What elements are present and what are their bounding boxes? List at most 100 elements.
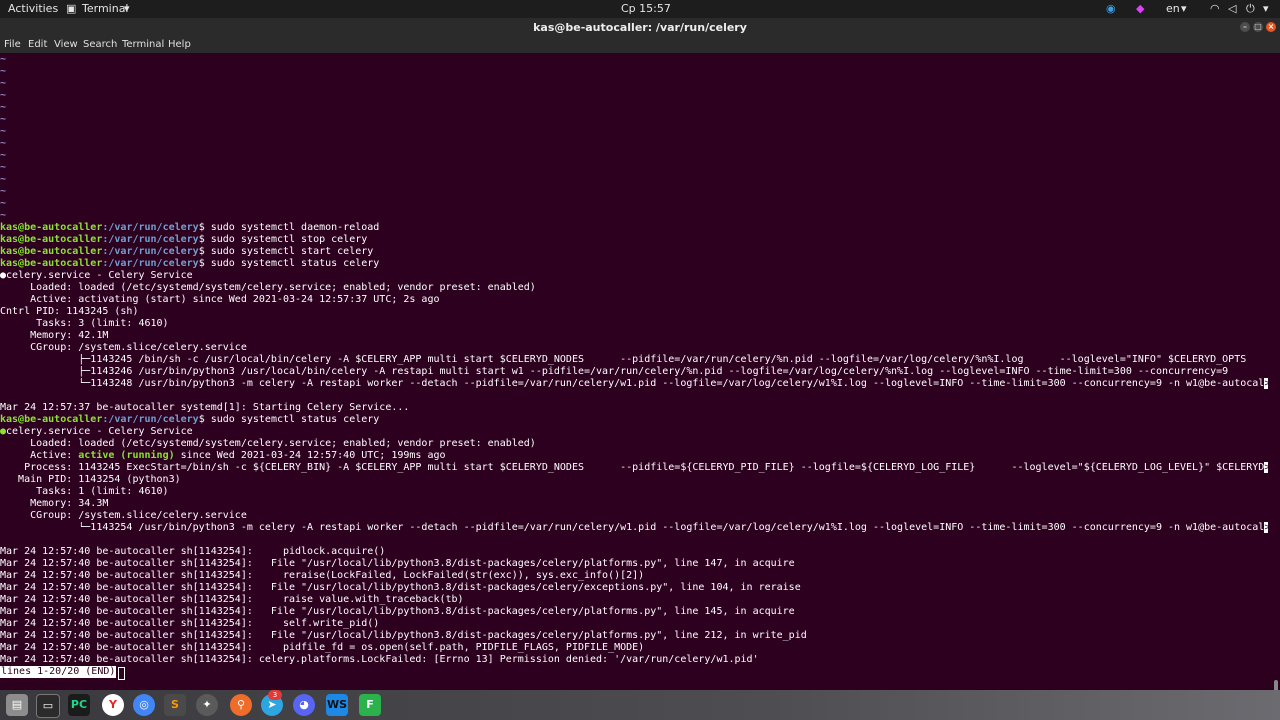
output-line: Cntrl PID: 1143245 (sh) bbox=[0, 306, 139, 317]
system-top-bar: Activities ▣ Terminal ▾ Ср 15:57 ◉ ◆ en … bbox=[0, 0, 1280, 18]
prompt-symbol: $ bbox=[198, 234, 211, 245]
log-line: Mar 24 12:57:40 be-autocaller sh[1143254… bbox=[0, 606, 795, 617]
menu-bar: File Edit View Search Terminal Help bbox=[0, 37, 1280, 53]
empty-line-marker: ~ bbox=[0, 90, 7, 101]
activities-button[interactable]: Activities bbox=[8, 2, 58, 15]
output-line: Loaded: loaded (/etc/systemd/system/cele… bbox=[0, 282, 536, 293]
prompt-path: :/var/run/celery bbox=[102, 414, 199, 425]
prompt-line: kas@be-autocaller:/var/run/celery$ sudo … bbox=[0, 258, 1268, 270]
wifi-icon[interactable]: ◠ bbox=[1210, 2, 1220, 15]
terminal-icon[interactable]: ▭ bbox=[36, 694, 60, 718]
clock[interactable]: Ср 15:57 bbox=[621, 2, 671, 15]
prompt-symbol: $ bbox=[198, 258, 211, 269]
menu-edit[interactable]: Edit bbox=[28, 39, 47, 50]
empty-line-marker: ~ bbox=[0, 54, 7, 65]
output-line: CGroup: /system.slice/celery.service bbox=[0, 342, 247, 353]
process-text: └─1143248 /usr/bin/python3 -m celery -A … bbox=[0, 378, 1265, 389]
command-text: sudo systemctl daemon-reload bbox=[210, 222, 380, 233]
service-title: celery.service - Celery Service bbox=[6, 270, 193, 281]
tray-app-icon[interactable]: ◉ bbox=[1106, 2, 1116, 15]
discord-icon[interactable]: ◕ bbox=[293, 694, 315, 716]
output-line: Main PID: 1143254 (python3) bbox=[0, 474, 181, 485]
empty-line-marker: ~ bbox=[0, 138, 7, 149]
process-text: Process: 1143245 ExecStart=/bin/sh -c ${… bbox=[0, 462, 1265, 473]
terminal-app-icon[interactable]: ▣ bbox=[66, 2, 76, 15]
empty-line-marker: ~ bbox=[0, 174, 7, 185]
language-indicator[interactable]: en bbox=[1166, 2, 1180, 15]
prompt-line: kas@be-autocaller:/var/run/celery$ sudo … bbox=[0, 222, 1268, 234]
service-title: celery.service - Celery Service bbox=[6, 426, 193, 437]
postman-icon[interactable]: ✦ bbox=[196, 694, 218, 716]
app-menu[interactable]: Terminal bbox=[82, 2, 129, 15]
empty-line-marker: ~ bbox=[0, 186, 7, 197]
command-text: sudo systemctl stop celery bbox=[210, 234, 368, 245]
window-title: kas@be-autocaller: /var/run/celery bbox=[533, 21, 747, 34]
truncation-marker: > bbox=[1264, 462, 1268, 473]
output-line: └─1143254 /usr/bin/python3 -m celery -A … bbox=[0, 522, 1268, 534]
prompt-user: kas@be-autocaller bbox=[0, 222, 103, 233]
empty-line-marker: ~ bbox=[0, 198, 7, 209]
power-icon[interactable]: ⏻ bbox=[1246, 2, 1255, 16]
yandex-browser-icon[interactable]: Y bbox=[102, 694, 124, 716]
prompt-path: :/var/run/celery bbox=[102, 258, 199, 269]
truncation-marker: > bbox=[1264, 522, 1268, 533]
menu-help[interactable]: Help bbox=[168, 39, 191, 50]
sublime-icon[interactable]: S bbox=[164, 694, 186, 716]
menu-search[interactable]: Search bbox=[83, 39, 117, 50]
active-label: Active: bbox=[0, 450, 79, 461]
maximize-button[interactable]: □ bbox=[1253, 22, 1263, 32]
output-line: ├─1143245 /bin/sh -c /usr/local/bin/cele… bbox=[0, 354, 1247, 365]
process-text: └─1143254 /usr/bin/python3 -m celery -A … bbox=[0, 522, 1265, 533]
output-line: Process: 1143245 ExecStart=/bin/sh -c ${… bbox=[0, 462, 1268, 474]
output-line: Tasks: 3 (limit: 4610) bbox=[0, 318, 169, 329]
window-titlebar[interactable]: kas@be-autocaller: /var/run/celery – □ × bbox=[0, 18, 1280, 37]
active-since: since Wed 2021-03-24 12:57:40 UTC; 199ms… bbox=[174, 450, 446, 461]
webstorm-icon[interactable]: WS bbox=[326, 694, 348, 716]
feedly-icon[interactable]: F bbox=[359, 694, 381, 716]
menu-view[interactable]: View bbox=[54, 39, 78, 50]
chevron-down-icon[interactable]: ▾ bbox=[124, 2, 130, 15]
output-line: └─1143248 /usr/bin/python3 -m celery -A … bbox=[0, 378, 1268, 390]
text-cursor bbox=[118, 667, 125, 680]
volume-icon[interactable]: ◁ bbox=[1228, 2, 1236, 15]
empty-line-marker: ~ bbox=[0, 78, 7, 89]
taskbar bbox=[0, 690, 1280, 720]
service-header: ●celery.service - Celery Service bbox=[0, 426, 1268, 438]
files-icon[interactable]: ▤ bbox=[6, 694, 28, 716]
chrome-icon[interactable]: ◎ bbox=[133, 694, 155, 716]
empty-line-marker: ~ bbox=[0, 126, 7, 137]
chevron-down-icon[interactable]: ▾ bbox=[1263, 2, 1269, 15]
chevron-down-icon[interactable]: ▾ bbox=[1181, 2, 1187, 15]
service-header: ●celery.service - Celery Service bbox=[0, 270, 1268, 282]
minimize-button[interactable]: – bbox=[1240, 22, 1250, 32]
empty-line-marker: ~ bbox=[0, 66, 7, 77]
output-line: Memory: 34.3M bbox=[0, 498, 109, 509]
empty-line-marker: ~ bbox=[0, 114, 7, 125]
truncation-marker: > bbox=[1264, 378, 1268, 389]
gitkraken-icon[interactable]: ⚲ bbox=[230, 694, 252, 716]
tray-jetbrains-icon[interactable]: ◆ bbox=[1136, 2, 1144, 15]
menu-terminal[interactable]: Terminal bbox=[122, 39, 164, 50]
empty-line-marker: ~ bbox=[0, 210, 7, 221]
output-line: Loaded: loaded (/etc/systemd/system/cele… bbox=[0, 438, 536, 449]
output-line: Active: active (running) since Wed 2021-… bbox=[0, 450, 1268, 462]
close-button[interactable]: × bbox=[1266, 22, 1276, 32]
log-line: Mar 24 12:57:40 be-autocaller sh[1143254… bbox=[0, 582, 801, 593]
empty-line-marker: ~ bbox=[0, 102, 7, 113]
log-line: Mar 24 12:57:40 be-autocaller sh[1143254… bbox=[0, 570, 645, 581]
prompt-line: kas@be-autocaller:/var/run/celery$ sudo … bbox=[0, 414, 1268, 426]
log-line: Mar 24 12:57:40 be-autocaller sh[1143254… bbox=[0, 630, 807, 641]
output-line: CGroup: /system.slice/celery.service bbox=[0, 510, 247, 521]
prompt-user: kas@be-autocaller bbox=[0, 246, 103, 257]
scrollbar-track[interactable] bbox=[1272, 54, 1280, 680]
prompt-path: :/var/run/celery bbox=[102, 234, 199, 245]
pycharm-icon[interactable]: PC bbox=[68, 694, 90, 716]
command-text: sudo systemctl status celery bbox=[210, 414, 380, 425]
prompt-path: :/var/run/celery bbox=[102, 246, 199, 257]
menu-file[interactable]: File bbox=[4, 39, 21, 50]
terminal-output[interactable]: ~ ~ ~ ~ ~ ~ ~ ~ ~ ~ ~ ~ ~ ~ kas@be-autoc… bbox=[0, 54, 1268, 680]
log-line: Mar 24 12:57:40 be-autocaller sh[1143254… bbox=[0, 654, 759, 665]
output-line: Memory: 42.1M bbox=[0, 330, 109, 341]
